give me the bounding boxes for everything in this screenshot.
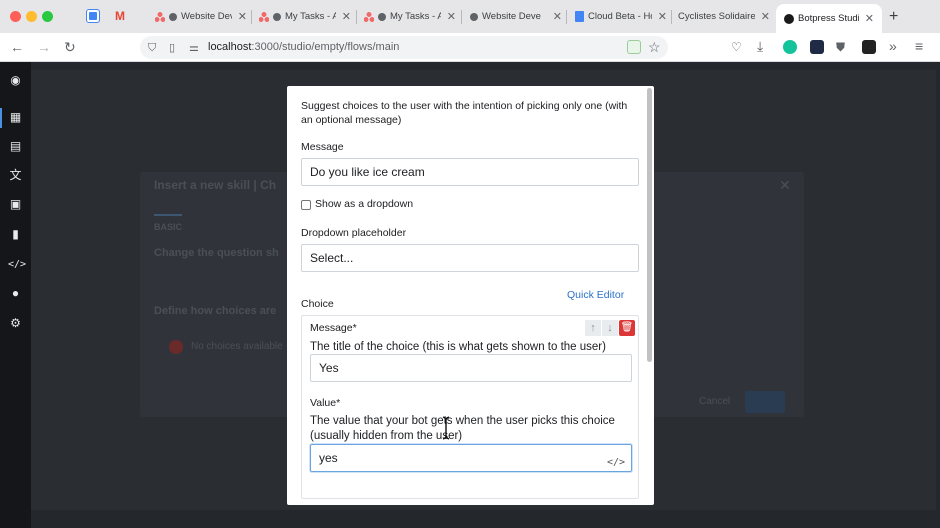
choice-value-label: Value* xyxy=(310,397,341,409)
url-text[interactable]: localhost:3000/studio/empty/flows/main xyxy=(208,41,399,53)
text-cursor-icon xyxy=(442,416,450,440)
no-choices-message: No choices available xyxy=(191,341,283,352)
close-icon[interactable]: ✕ xyxy=(779,177,791,194)
message-input[interactable]: Do you like ice cream xyxy=(301,158,639,186)
skill-description: Suggest choices to the user with the int… xyxy=(301,100,628,126)
pocket-icon[interactable]: ♡ xyxy=(731,39,742,55)
dropdown-placeholder-input[interactable]: Select... xyxy=(301,244,639,272)
code-icon[interactable]: </> xyxy=(607,450,625,476)
dot-icon xyxy=(378,12,386,21)
tab-my-tasks-1[interactable]: My Tasks - A ✕ xyxy=(259,4,351,29)
choice-label: Choice xyxy=(301,298,334,310)
close-tab-icon[interactable]: ✕ xyxy=(658,10,667,23)
asana-icon xyxy=(364,11,374,22)
move-down-icon[interactable]: ↓ xyxy=(602,320,618,336)
maximize-window-button[interactable] xyxy=(42,11,53,22)
close-tab-icon[interactable]: ✕ xyxy=(342,10,351,23)
close-tab-icon[interactable]: ✕ xyxy=(447,10,456,23)
botpress-icon xyxy=(784,13,794,24)
tab-cloud-beta[interactable]: Cloud Beta - Ho ✕ xyxy=(575,4,667,29)
dot-icon xyxy=(273,12,281,21)
code-editor-icon[interactable]: </> xyxy=(8,257,26,272)
dropdown-placeholder-label: Dropdown placeholder xyxy=(301,227,407,239)
site-settings-icon[interactable]: ⚌ xyxy=(189,40,199,56)
library-icon[interactable]: ▮ xyxy=(8,227,23,242)
studio-sidebar: ◉ ▦ ▤ 文 ▣ ▮ </> ● ⚙ xyxy=(0,62,31,528)
tab-botpress-studio[interactable]: Botpress Studio ✕ xyxy=(776,4,882,33)
react-devtools-extension-icon[interactable] xyxy=(810,40,824,54)
content-icon[interactable]: ▤ xyxy=(8,139,23,154)
modal-scrollbar[interactable] xyxy=(647,88,652,362)
page-icon[interactable]: ▯ xyxy=(169,40,175,56)
close-window-button[interactable] xyxy=(10,11,21,22)
extension-icon[interactable] xyxy=(862,40,876,54)
dot-icon xyxy=(169,12,177,21)
delete-choice-icon[interactable]: 🗑 xyxy=(619,320,635,336)
close-tab-icon[interactable]: ✕ xyxy=(553,10,562,23)
choice-skill-modal: Suggest choices to the user with the int… xyxy=(287,86,654,505)
minimize-window-button[interactable] xyxy=(26,11,37,22)
new-tab-icon[interactable]: + xyxy=(889,8,898,26)
tab-cyclistes-solidaires[interactable]: Cyclistes Solidaires | ✕ xyxy=(678,4,770,29)
close-tab-icon[interactable]: ✕ xyxy=(238,10,247,23)
asana-icon xyxy=(259,11,269,22)
close-tab-icon[interactable]: ✕ xyxy=(865,12,874,25)
circle-icon[interactable]: ● xyxy=(8,286,23,301)
asana-icon xyxy=(155,11,165,22)
settings-icon[interactable]: ⚙ xyxy=(8,316,23,331)
choice-message-label: Message* xyxy=(310,322,357,334)
reload-icon[interactable]: ↻ xyxy=(64,39,76,55)
document-icon xyxy=(575,11,584,22)
translate-extension-icon[interactable] xyxy=(627,40,641,54)
choice-value-help: The value that your bot gets when the us… xyxy=(310,415,615,442)
tab-basic[interactable]: BASIC xyxy=(154,222,182,232)
move-up-icon[interactable]: ↑ xyxy=(585,320,601,336)
choice-message-help: The title of the choice (this is what ge… xyxy=(310,341,606,353)
menu-icon[interactable]: ≡ xyxy=(915,38,923,54)
tab-website-dev-2[interactable]: Website Deve ✕ xyxy=(470,4,562,29)
grammarly-extension-icon[interactable] xyxy=(783,40,797,54)
error-icon xyxy=(169,340,183,354)
nlu-icon[interactable]: ▣ xyxy=(8,197,23,212)
tab-my-tasks-2[interactable]: My Tasks - A ✕ xyxy=(364,4,456,29)
back-icon[interactable]: ← xyxy=(10,39,24,55)
pinned-tab-gmail-icon[interactable]: M xyxy=(115,9,129,23)
message-label: Message xyxy=(301,141,344,153)
download-icon[interactable]: ⤓ xyxy=(757,38,763,54)
bookmark-star-icon[interactable]: ☆ xyxy=(648,39,661,55)
question-section-title: Change the question sh xyxy=(154,247,279,259)
show-as-dropdown-checkbox[interactable] xyxy=(301,200,311,210)
flows-icon[interactable]: ▦ xyxy=(8,110,23,125)
botpress-logo-icon[interactable]: ◉ xyxy=(8,73,23,88)
browser-toolbar: ← → ↻ ⛉ ▯ ⚌ localhost:3000/studio/empty/… xyxy=(0,33,940,62)
choices-section-title: Define how choices are xyxy=(154,305,277,317)
ublock-extension-icon[interactable]: ⛊ xyxy=(836,39,845,55)
dot-icon xyxy=(470,12,478,21)
skill-dialog-title: Insert a new skill | Ch xyxy=(154,178,277,192)
translate-icon[interactable]: 文 xyxy=(8,168,23,183)
forward-icon[interactable]: → xyxy=(37,39,51,55)
shield-icon[interactable]: ⛉ xyxy=(148,40,156,56)
browser-tab-bar: M Website Deve ✕ My Tasks - A ✕ My Tasks… xyxy=(0,0,940,33)
show-as-dropdown-label[interactable]: Show as a dropdown xyxy=(315,198,413,210)
pinned-tab-calendar-icon[interactable] xyxy=(86,9,100,23)
tab-website-dev-1[interactable]: Website Deve ✕ xyxy=(155,4,247,29)
close-tab-icon[interactable]: ✕ xyxy=(761,10,770,23)
quick-editor-link[interactable]: Quick Editor xyxy=(567,289,624,301)
more-extensions-icon[interactable]: » xyxy=(889,38,897,54)
cancel-button[interactable]: Cancel xyxy=(699,396,730,407)
submit-button[interactable] xyxy=(745,391,785,413)
choice-message-input[interactable]: Yes xyxy=(310,354,632,382)
choice-item: ↑ ↓ 🗑 Message* The title of the choice (… xyxy=(301,315,639,499)
choice-value-input[interactable]: yes </> xyxy=(310,444,632,472)
